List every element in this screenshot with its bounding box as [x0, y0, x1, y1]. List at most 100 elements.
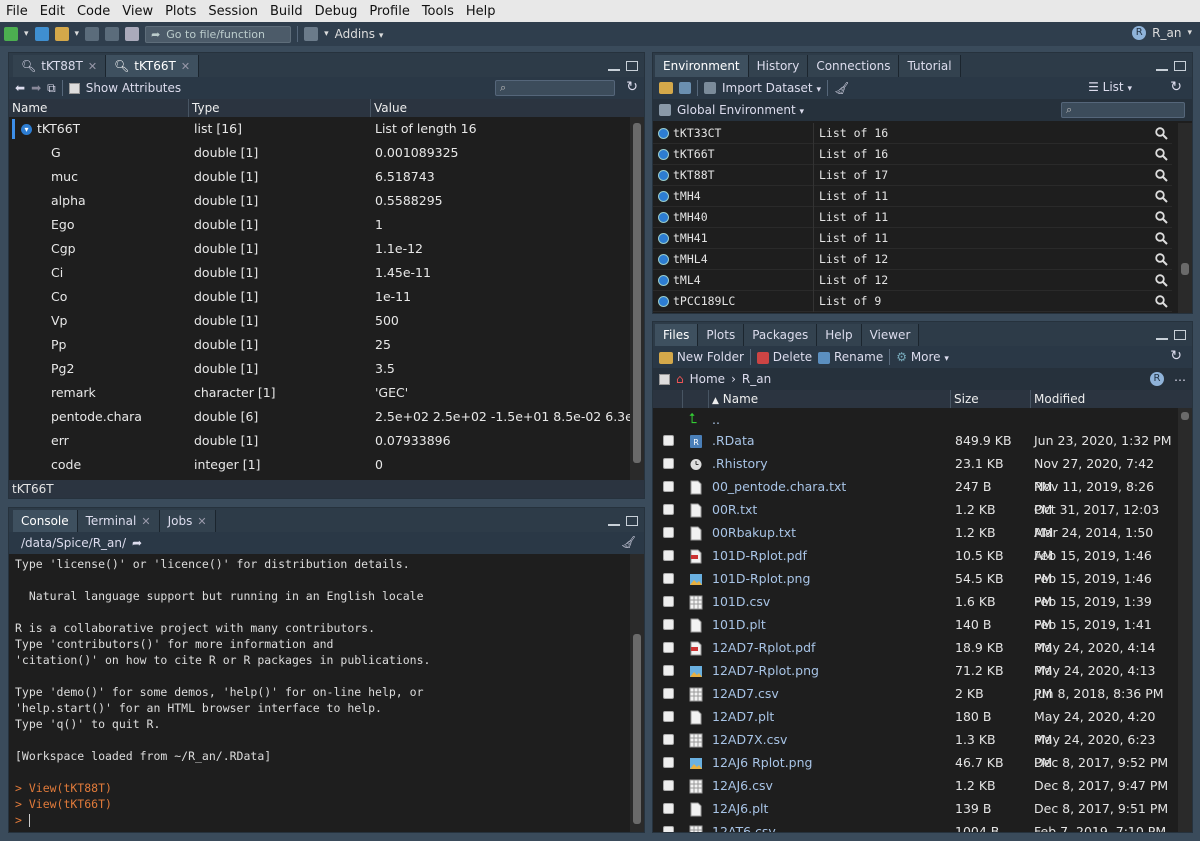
file-name[interactable]: 12AD7.csv [712, 682, 779, 705]
file-name[interactable]: 12AJ6 Rplot.png [712, 751, 812, 774]
env-scrollbar[interactable] [1178, 123, 1192, 313]
search-icon[interactable] [1155, 232, 1168, 245]
scroll-thumb[interactable] [1181, 263, 1189, 275]
header-type[interactable]: Type [189, 99, 371, 117]
tab-console[interactable]: Console [13, 510, 78, 532]
file-name[interactable]: 00_pentode.chara.txt [712, 475, 846, 498]
file-name[interactable]: 12AD7X.csv [712, 728, 787, 751]
file-row[interactable]: 101D-Rplot.png 54.5 KB Feb 15, 2019, 1:46 … [653, 567, 1172, 609]
home-icon[interactable]: ⌂ [676, 372, 684, 386]
tab-jobs[interactable]: Jobs ✕ [159, 510, 216, 532]
addins-menu[interactable]: Addins ▾ [335, 27, 384, 41]
file-row[interactable]: 00_pentode.chara.txt 247 B Nov 11, 2019, 8… [653, 475, 1172, 517]
viewer-row[interactable]: code integer [1] 0 [9, 453, 630, 477]
minimize-icon[interactable] [1156, 67, 1168, 71]
tab-terminal[interactable]: Terminal ✕ [77, 510, 160, 532]
file-checkbox[interactable] [663, 504, 674, 515]
file-row[interactable]: 12AD7X.csv 1.3 KB May 24, 2020, 6:23 PM [653, 728, 1172, 770]
file-name[interactable]: 12AJ6.plt [712, 797, 768, 820]
goto-directory-icon[interactable]: ➦ [132, 536, 142, 550]
refresh-icon[interactable]: ↻ [1170, 348, 1182, 364]
file-row[interactable]: 101D.plt 140 B Feb 15, 2019, 1:41 PM [653, 613, 1172, 655]
menu-file[interactable]: File [0, 4, 34, 19]
env-row[interactable]: tKT88T List of 17 [653, 165, 1172, 186]
files-scrollbar[interactable] [1178, 408, 1192, 832]
viewer-scrollbar[interactable] [630, 117, 644, 481]
expand-icon[interactable] [658, 275, 669, 286]
env-search-input[interactable]: ⌕ [1061, 102, 1185, 118]
file-checkbox[interactable] [663, 458, 674, 469]
close-icon[interactable]: ✕ [88, 60, 97, 73]
maximize-icon[interactable] [626, 516, 638, 526]
menu-session[interactable]: Session [202, 4, 264, 19]
close-icon[interactable]: ✕ [181, 60, 190, 73]
refresh-icon[interactable]: ↻ [1170, 79, 1182, 95]
file-checkbox[interactable] [663, 596, 674, 607]
new-project-icon[interactable] [34, 27, 49, 41]
file-name[interactable]: 00R.txt [712, 498, 757, 521]
header-modified[interactable]: Modified [1031, 390, 1192, 408]
viewer-row[interactable]: Cgp double [1] 1.1e-12 [9, 237, 630, 261]
search-icon[interactable] [1155, 127, 1168, 140]
tab-tKT88T[interactable]: 🔍︎ tKT88T ✕ [13, 55, 107, 77]
more-button[interactable]: ⚙ More ▾ [896, 350, 949, 364]
file-row[interactable]: 101D-Rplot.pdf 10.5 KB Feb 15, 2019, 1:46 … [653, 544, 1172, 586]
file-checkbox[interactable] [663, 573, 674, 584]
header-size[interactable]: Size [951, 390, 1031, 408]
file-row[interactable]: 00R.txt 1.2 KB Oct 31, 2017, 12:03 AM [653, 498, 1172, 540]
file-name[interactable]: 12AD7-Rplot.pdf [712, 636, 815, 659]
tab-history[interactable]: History [748, 55, 809, 77]
console-output[interactable]: Type 'license()' or 'licence()' for dist… [15, 556, 630, 832]
expand-icon[interactable] [658, 191, 669, 202]
file-checkbox[interactable] [663, 711, 674, 722]
menu-view[interactable]: View [116, 4, 159, 19]
tab-viewer[interactable]: Viewer [861, 324, 920, 346]
chevron-down-icon[interactable]: ▾ [24, 29, 29, 39]
maximize-icon[interactable] [1174, 61, 1186, 71]
file-checkbox[interactable] [663, 826, 674, 832]
file-checkbox[interactable] [663, 527, 674, 538]
minimize-icon[interactable] [608, 522, 620, 526]
file-name[interactable]: 12AD7.plt [712, 705, 774, 728]
file-checkbox[interactable] [663, 435, 674, 446]
viewer-row[interactable]: Vp double [1] 500 [9, 309, 630, 333]
viewer-row[interactable]: Co double [1] 1e-11 [9, 285, 630, 309]
env-row[interactable]: tMH4 List of 11 [653, 186, 1172, 207]
maximize-icon[interactable] [626, 61, 638, 71]
menu-code[interactable]: Code [71, 4, 116, 19]
tab-environment[interactable]: Environment [655, 55, 749, 77]
env-row[interactable]: tML4 List of 12 [653, 270, 1172, 291]
print-icon[interactable] [125, 27, 140, 41]
search-icon[interactable] [1155, 169, 1168, 182]
file-checkbox[interactable] [663, 642, 674, 653]
viewer-row[interactable]: Pg2 double [1] 3.5 [9, 357, 630, 381]
header-name[interactable]: ▲ Name [709, 390, 951, 408]
file-row[interactable]: 101D.csv 1.6 KB Feb 15, 2019, 1:39 PM [653, 590, 1172, 632]
breadcrumb-home[interactable]: Home [690, 372, 725, 386]
parent-dir-link[interactable]: .. [712, 408, 720, 431]
file-name[interactable]: 12AT6.csv [712, 820, 776, 832]
file-row[interactable]: 12AT6.csv 1004 B Feb 7, 2019, 7:10 PM [653, 820, 1172, 832]
menu-debug[interactable]: Debug [309, 4, 364, 19]
file-checkbox[interactable] [663, 550, 674, 561]
import-dataset-button[interactable]: Import Dataset ▾ [722, 81, 821, 95]
more-options-icon[interactable]: … [1174, 370, 1186, 384]
expand-icon[interactable] [658, 212, 669, 223]
env-row[interactable]: tMH41 List of 11 [653, 228, 1172, 249]
tab-plots[interactable]: Plots [698, 324, 745, 346]
parent-dir-row[interactable]: ⮤ .. [653, 408, 1172, 431]
menu-build[interactable]: Build [264, 4, 309, 19]
project-menu[interactable]: R R_an ▾ [1132, 26, 1192, 40]
search-icon[interactable] [1155, 148, 1168, 161]
file-row[interactable]: 12AJ6.csv 1.2 KB Dec 8, 2017, 9:47 PM [653, 774, 1172, 797]
file-checkbox[interactable] [663, 688, 674, 699]
viewer-row[interactable]: alpha double [1] 0.5588295 [9, 189, 630, 213]
back-arrow-icon[interactable]: ⬅ [15, 81, 25, 95]
breadcrumb-r-an[interactable]: R_an [742, 372, 771, 386]
viewer-search-input[interactable]: ⌕ [495, 80, 615, 96]
file-name[interactable]: 101D-Rplot.pdf [712, 544, 807, 567]
expand-icon[interactable] [658, 233, 669, 244]
scroll-thumb[interactable] [1181, 412, 1189, 420]
file-checkbox[interactable] [663, 780, 674, 791]
minimize-icon[interactable] [1156, 336, 1168, 340]
